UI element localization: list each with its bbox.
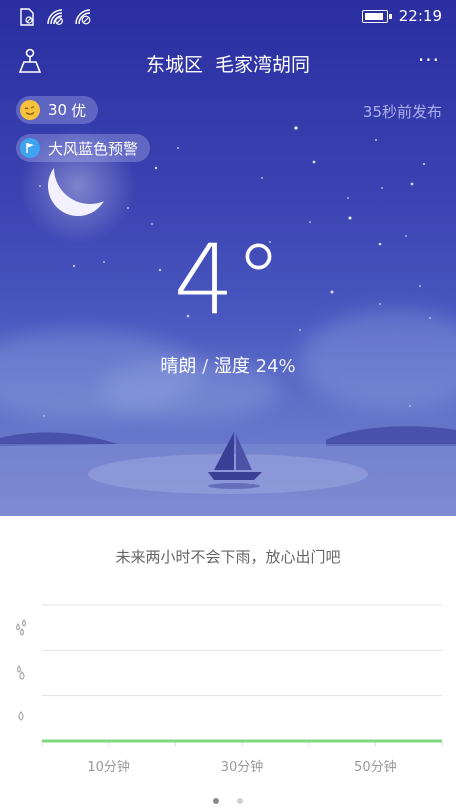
rain-forecast-chart: 10分钟 30分钟 50分钟	[15, 604, 443, 775]
battery-icon	[362, 10, 392, 23]
weather-condition: 晴朗 / 湿度 24%	[0, 352, 456, 378]
air-quality-badge[interactable]: 30 优	[16, 96, 99, 124]
clock-time: 22:19	[398, 7, 442, 25]
chart-gridlines	[41, 604, 443, 747]
condition-label: 晴朗	[160, 356, 197, 377]
x-axis-labels: 10分钟 30分钟 50分钟	[87, 759, 396, 775]
condition-separator: /	[202, 356, 209, 377]
page-dot-active[interactable]	[213, 798, 220, 804]
weather-hero: 22:19 东城区 毛家湾胡同 ··· 30 优 大风蓝色预警 35秒前发布 4…	[0, 0, 456, 516]
district-label: 东城区	[145, 54, 203, 76]
sim-card-icon	[20, 8, 34, 26]
page-indicator	[0, 789, 456, 808]
weather-alert-badge[interactable]: 大风蓝色预警	[16, 134, 151, 162]
humidity-value: 24%	[255, 356, 296, 377]
street-label: 毛家湾胡同	[215, 54, 311, 76]
light-rain-drop-icon	[18, 711, 24, 721]
page-dot[interactable]	[236, 798, 243, 804]
location-title[interactable]: 东城区 毛家湾胡同	[0, 50, 456, 77]
wifi-icon	[47, 9, 63, 25]
rain-forecast-message: 未来两小时不会下雨，放心出门吧	[115, 548, 341, 566]
heavy-rain-drops-icon	[15, 618, 27, 636]
more-options-button[interactable]: ···	[418, 48, 440, 72]
rain-intensity-icons	[15, 618, 27, 721]
moderate-rain-drops-icon	[16, 664, 25, 680]
moon-icon	[48, 156, 108, 216]
humidity-label: 湿度	[213, 356, 250, 377]
current-temperature: 4°	[173, 224, 283, 336]
no-signal-icon	[75, 9, 91, 25]
smile-face-icon	[20, 100, 40, 120]
wind-flag-icon	[20, 138, 40, 158]
x-tick-label: 30分钟	[221, 759, 264, 775]
aqi-value: 30	[48, 101, 68, 119]
alert-label: 大风蓝色预警	[48, 139, 139, 158]
x-tick-label: 50分钟	[354, 759, 397, 775]
published-time: 35秒前发布	[362, 103, 442, 121]
battery-level-fill	[365, 13, 384, 20]
aqi-level: 优	[71, 101, 87, 120]
x-tick-label: 10分钟	[87, 759, 130, 775]
status-bar: 22:19	[0, 0, 456, 34]
